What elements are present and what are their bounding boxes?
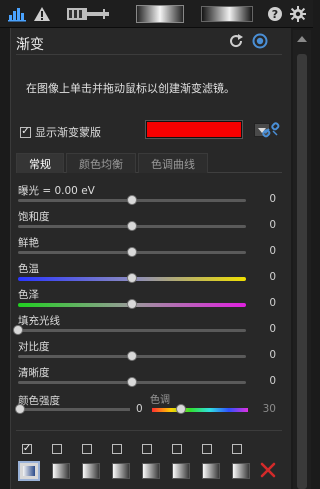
reset-icon[interactable]: [228, 33, 244, 52]
slider-label: 对比度: [18, 341, 50, 353]
slider-track[interactable]: [18, 329, 246, 332]
slider-knob[interactable]: [127, 195, 137, 205]
adjustment-tabs: 常规 颜色均衡 色调曲线: [16, 153, 282, 173]
mask-checkbox[interactable]: [142, 444, 152, 454]
slider-tint: 色泽 0: [18, 287, 280, 313]
hue-knob[interactable]: [176, 404, 186, 414]
mask-thumbnail[interactable]: [232, 463, 250, 479]
slider-knob[interactable]: [13, 325, 23, 335]
mask-checkbox[interactable]: [112, 444, 122, 454]
hue-value: 30: [262, 403, 276, 415]
hue-label: 色调: [150, 395, 170, 406]
slider-exposure: 曝光 = 0.00 eV 0: [18, 183, 280, 209]
mask-thumbnail[interactable]: [52, 463, 70, 479]
slider-value: 0: [269, 375, 276, 387]
slider-knob[interactable]: [127, 247, 137, 257]
tab-tone-curve[interactable]: 色调曲线: [138, 153, 208, 173]
warning-icon[interactable]: [32, 4, 52, 24]
slider-fill-light: 填充光线 0: [13, 313, 280, 339]
instruction-text: 在图像上单击并拖动鼠标以创建渐变滤镜。: [26, 82, 235, 95]
gradient-preview-2-button[interactable]: [200, 4, 254, 24]
color-strength-value: 0: [136, 403, 143, 415]
help-glyph: ?: [272, 8, 278, 21]
panel-title: 渐变: [16, 37, 44, 53]
slider-value: 0: [269, 349, 276, 361]
link-icon[interactable]: [262, 122, 280, 141]
mask-thumbnail[interactable]: [142, 463, 160, 479]
slider-value: 0: [269, 245, 276, 257]
filmstrip-icon[interactable]: [66, 4, 110, 24]
bottom-divider: [16, 430, 282, 431]
slider-value: 0: [269, 271, 276, 283]
slider-contrast: 对比度 0: [18, 339, 280, 365]
slider-label: 曝光 = 0.00 eV: [18, 185, 95, 197]
slider-saturation: 饱和度 0: [18, 209, 280, 235]
tab-color-balance[interactable]: 颜色均衡: [66, 153, 136, 173]
gradient-preview-button[interactable]: [135, 4, 185, 24]
color-strength-track[interactable]: [18, 408, 130, 411]
mask-checkbox[interactable]: [172, 444, 182, 454]
mask-thumbnail[interactable]: [202, 463, 220, 479]
color-strength-row: 颜色强度 色调 0 30: [15, 393, 280, 419]
slider-label: 色泽: [18, 289, 39, 301]
mask-checkbox[interactable]: [52, 444, 62, 454]
hue-track[interactable]: [152, 408, 248, 412]
histogram-icon[interactable]: [6, 4, 28, 24]
show-mask-label: 显示渐变蒙版: [35, 126, 101, 139]
mask-checkbox[interactable]: [82, 444, 92, 454]
mask-checkbox[interactable]: [202, 444, 212, 454]
mask-checkbox[interactable]: ✓: [22, 444, 32, 454]
slider-label: 鲜艳: [18, 237, 39, 249]
mask-checkbox-row: ✓: [22, 444, 242, 454]
slider-label: 色温: [18, 263, 39, 275]
slider-knob[interactable]: [127, 351, 137, 361]
slider-temperature: 色温 0: [18, 261, 280, 287]
color-strength-knob[interactable]: [15, 404, 25, 414]
enable-toggle-icon[interactable]: [252, 33, 268, 52]
slider-clarity: 清晰度 0: [18, 365, 280, 391]
slider-label: 清晰度: [18, 367, 50, 379]
delete-icon[interactable]: [260, 462, 276, 481]
title-divider: [16, 54, 282, 55]
slider-knob[interactable]: [127, 221, 137, 231]
mask-thumbnail[interactable]: [82, 463, 100, 479]
show-mask-row: ✓ 显示渐变蒙版: [20, 124, 101, 140]
mask-color-swatch[interactable]: [145, 120, 243, 139]
slider-value: 0: [269, 323, 276, 335]
mask-checkbox[interactable]: [232, 444, 242, 454]
scroll-up-arrow-icon[interactable]: [297, 36, 307, 42]
gradient-mask-icon: [23, 466, 35, 476]
slider-knob[interactable]: [127, 377, 137, 387]
slider-knob[interactable]: [127, 299, 137, 309]
slider-vibrance: 鲜艳 0: [18, 235, 280, 261]
slider-value: 0: [269, 297, 276, 309]
mask-thumbnail[interactable]: [172, 463, 190, 479]
mask-thumbnail-active[interactable]: [18, 461, 40, 481]
title-icons: [228, 33, 268, 52]
top-toolbar: ?: [0, 0, 313, 28]
tab-general[interactable]: 常规: [16, 153, 64, 173]
help-icon[interactable]: ?: [266, 4, 284, 24]
slider-value: 0: [269, 193, 276, 205]
mask-thumbnail-row: [18, 461, 276, 481]
slider-label: 填充光线: [18, 315, 60, 327]
gear-icon[interactable]: [289, 4, 307, 24]
mask-thumbnail[interactable]: [112, 463, 130, 479]
slider-label: 饱和度: [18, 211, 50, 223]
panel-scrollbar[interactable]: [293, 30, 311, 489]
slider-knob[interactable]: [127, 273, 137, 283]
slider-value: 0: [269, 219, 276, 231]
scrollbar-thumb[interactable]: [297, 54, 307, 489]
show-mask-checkbox[interactable]: ✓: [20, 126, 31, 138]
